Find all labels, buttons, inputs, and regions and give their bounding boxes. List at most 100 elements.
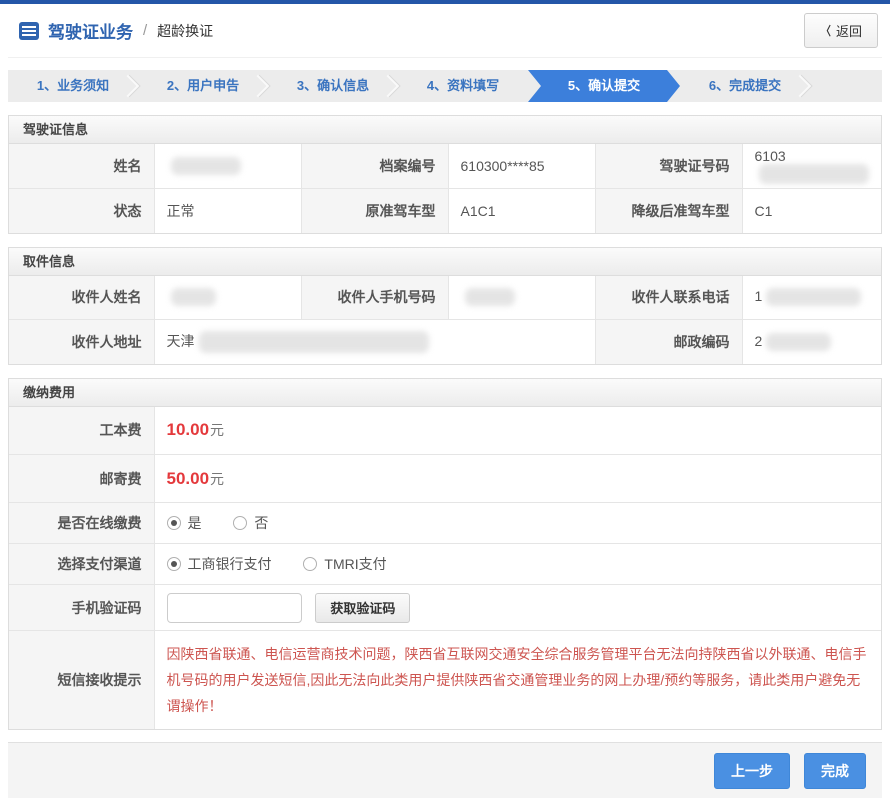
field-label: 短信接收提示: [9, 630, 155, 729]
field-value: [447, 275, 596, 320]
table-row: 状态 正常 原准驾车型 A1C1 降级后准驾车型 C1: [9, 188, 881, 233]
back-button-label: 返回: [835, 24, 862, 39]
fee-amount: 50.00: [166, 468, 210, 488]
section-pickup-info: 取件信息 收件人姓名 收件人手机号码 收件人联系电话 1 收件人地址 天津 邮政…: [8, 246, 882, 365]
page-header: 驾驶证业务 / 超龄换证 〈 返回: [8, 4, 882, 58]
back-chevron-icon: 〈: [821, 24, 831, 38]
field-label: 档案编号: [300, 144, 449, 189]
field-label: 选择支付渠道: [9, 543, 155, 585]
step-3-confirm-info: 3、确认信息: [268, 70, 398, 102]
field-value: 正常: [153, 188, 302, 233]
license-info-table: 姓名 档案编号 610300****85 驾驶证号码 6103 状态 正常 原准…: [9, 144, 881, 233]
step-1-business-notice: 1、业务须知: [8, 70, 138, 102]
field-label: 收件人联系电话: [594, 275, 743, 320]
section-license-info: 驾驶证信息 姓名 档案编号 610300****85 驾驶证号码 6103 状态…: [8, 115, 882, 234]
field-value: [153, 275, 302, 320]
field-value: 10.00元: [153, 406, 881, 455]
table-row: 收件人姓名 收件人手机号码 收件人联系电话 1: [9, 275, 881, 320]
radio-channel-icbc[interactable]: 工商银行支付: [166, 554, 272, 574]
field-value: 2: [741, 319, 881, 364]
page-container: 驾驶证业务 / 超龄换证 〈 返回 1、业务须知 2、用户申告 3、确认信息 4…: [8, 4, 882, 798]
field-value-text: 6103: [754, 148, 786, 164]
field-value: 610300****85: [447, 144, 596, 189]
field-value: [153, 144, 302, 189]
section-title-payment: 缴纳费用: [9, 378, 881, 407]
table-row: 手机验证码 获取验证码: [9, 584, 881, 631]
step-5-confirm-submit-active: 5、确认提交: [528, 70, 680, 102]
field-label: 是否在线缴费: [9, 502, 155, 544]
table-row: 收件人地址 天津 邮政编码 2: [9, 319, 881, 364]
stepper-filler: [810, 70, 882, 102]
table-row: 姓名 档案编号 610300****85 驾驶证号码 6103: [9, 144, 881, 189]
breadcrumb: 驾驶证业务 / 超龄换证: [18, 18, 213, 43]
field-label: 收件人地址: [9, 319, 155, 364]
list-icon: [18, 20, 40, 42]
step-label: 3、确认信息: [296, 78, 370, 93]
field-value: 工商银行支付 TMRI支付: [153, 543, 881, 585]
radio-checked-icon: [166, 557, 181, 571]
captcha-input[interactable]: [166, 592, 302, 623]
back-button[interactable]: 〈 返回: [803, 13, 878, 48]
field-value-text: 1: [754, 288, 763, 305]
redacted-value: [766, 288, 862, 307]
field-label: 降级后准驾车型: [594, 188, 743, 233]
stepper: 1、业务须知 2、用户申告 3、确认信息 4、资料填写 5、确认提交 6、完成提…: [8, 70, 882, 102]
finish-button[interactable]: 完成: [804, 752, 866, 789]
redacted-value: [170, 288, 216, 307]
radio-label: 是: [187, 515, 202, 531]
section-title-license-info: 驾驶证信息: [9, 116, 881, 144]
field-label: 手机验证码: [9, 584, 155, 631]
table-row: 短信接收提示 因陕西省联通、电信运营商技术问题，陕西省互联网交通安全综合服务管理…: [9, 630, 881, 729]
field-value: 天津: [153, 319, 596, 364]
field-value-text: 2: [754, 332, 763, 349]
section-payment: 缴纳费用 工本费 10.00元 邮寄费 50.00元 是否在线缴费 是 否 选择…: [8, 377, 882, 730]
radio-channel-tmri[interactable]: TMRI支付: [303, 554, 387, 574]
field-label: 邮政编码: [594, 319, 743, 364]
table-row: 邮寄费 50.00元: [9, 454, 881, 503]
fee-unit: 元: [210, 422, 225, 439]
redacted-value: [198, 330, 429, 353]
field-label: 邮寄费: [9, 454, 155, 503]
field-label: 收件人手机号码: [300, 275, 449, 320]
breadcrumb-current: 超龄换证: [157, 22, 214, 39]
redacted-value: [170, 157, 241, 176]
breadcrumb-separator: /: [143, 22, 148, 39]
table-row: 选择支付渠道 工商银行支付 TMRI支付: [9, 543, 881, 585]
field-value: 6103: [741, 144, 881, 189]
previous-step-button[interactable]: 上一步: [714, 752, 790, 789]
step-label: 6、完成提交: [708, 78, 782, 93]
sms-notice-text: 因陕西省联通、电信运营商技术问题，陕西省互联网交通安全综合服务管理平台无法向持陕…: [166, 646, 867, 714]
field-value: 1: [741, 275, 881, 320]
table-row: 是否在线缴费 是 否: [9, 502, 881, 544]
field-value: A1C1: [447, 188, 596, 233]
get-code-button[interactable]: 获取验证码: [315, 592, 411, 623]
field-label: 姓名: [9, 144, 155, 189]
radio-online-yes[interactable]: 是: [166, 513, 202, 533]
field-value: 是 否: [153, 502, 881, 544]
fee-unit: 元: [210, 470, 225, 487]
redacted-value: [758, 164, 869, 184]
step-label: 4、资料填写: [426, 78, 500, 93]
field-label: 工本费: [9, 406, 155, 455]
radio-online-no[interactable]: 否: [233, 513, 268, 533]
step-label: 2、用户申告: [166, 78, 240, 93]
field-label: 收件人姓名: [9, 275, 155, 320]
pickup-info-table: 收件人姓名 收件人手机号码 收件人联系电话 1 收件人地址 天津 邮政编码 2: [9, 275, 881, 364]
section-title-pickup-info: 取件信息: [9, 247, 881, 276]
step-4-fill-materials: 4、资料填写: [398, 70, 528, 102]
radio-checked-icon: [166, 516, 181, 530]
step-label: 5、确认提交: [567, 78, 641, 93]
radio-unchecked-icon: [303, 557, 318, 571]
step-label: 1、业务须知: [36, 78, 110, 93]
field-value: 50.00元: [153, 454, 881, 503]
redacted-value: [766, 332, 832, 351]
fee-amount: 10.00: [166, 420, 210, 440]
table-row: 工本费 10.00元: [9, 406, 881, 455]
radio-label: 工商银行支付: [187, 556, 272, 572]
field-value: 获取验证码: [153, 584, 881, 631]
step-6-complete-submit: 6、完成提交: [680, 70, 810, 102]
page-title: 驾驶证业务: [48, 23, 133, 42]
field-value-text: 天津: [166, 332, 195, 349]
field-value: C1: [741, 188, 881, 233]
field-label: 驾驶证号码: [594, 144, 743, 189]
